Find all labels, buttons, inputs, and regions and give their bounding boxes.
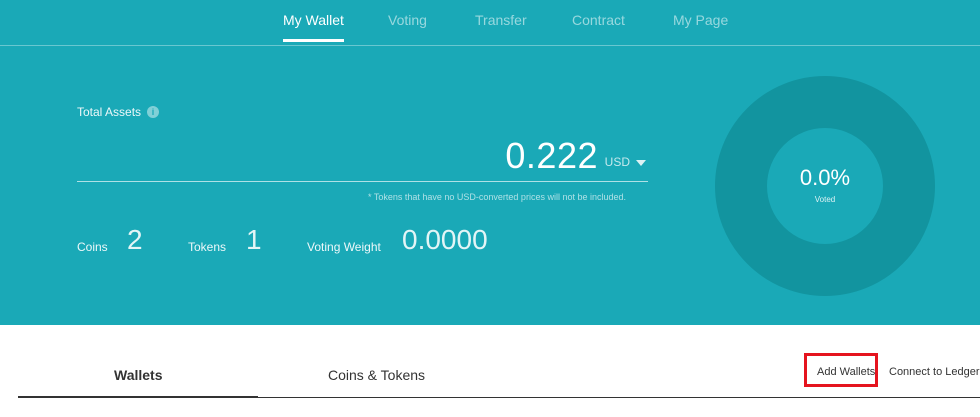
chevron-down-icon[interactable] (636, 160, 646, 166)
active-tab-indicator (18, 396, 258, 398)
tab-voting[interactable]: Voting (388, 12, 427, 28)
tokens-count: 1 (246, 224, 262, 255)
tab-coins-tokens[interactable]: Coins & Tokens (328, 367, 425, 383)
total-assets-value: 0.222 (505, 135, 598, 176)
voting-weight-label: Voting Weight (307, 240, 381, 254)
tokens-label: Tokens (188, 240, 227, 254)
wallet-summary-panel: My Wallet Voting Transfer Contract My Pa… (0, 0, 980, 325)
coins-label: Coins (77, 240, 108, 254)
voted-percent: 0.0% (799, 165, 851, 190)
top-navigation: My Wallet Voting Transfer Contract My Pa… (0, 0, 980, 46)
tab-my-wallet[interactable]: My Wallet (283, 12, 344, 42)
connect-ledger-button[interactable]: Connect to Ledger (889, 366, 980, 378)
tab-my-page[interactable]: My Page (673, 12, 728, 28)
coins-count: 2 (127, 224, 143, 255)
currency-selector-label[interactable]: USD (605, 155, 630, 169)
tab-contract[interactable]: Contract (572, 12, 625, 28)
tab-wallets[interactable]: Wallets (114, 367, 163, 383)
voted-label: Voted (814, 195, 836, 204)
info-icon[interactable]: i (147, 106, 159, 118)
tab-transfer[interactable]: Transfer (475, 12, 527, 28)
total-assets-amount-row: 0.222 USD (77, 131, 648, 182)
usd-conversion-note: * Tokens that have no USD-converted pric… (368, 192, 626, 202)
add-wallets-button[interactable]: Add Wallets (817, 366, 875, 378)
voting-weight-value: 0.0000 (402, 224, 488, 255)
total-assets-label: Total Assets (77, 105, 142, 119)
